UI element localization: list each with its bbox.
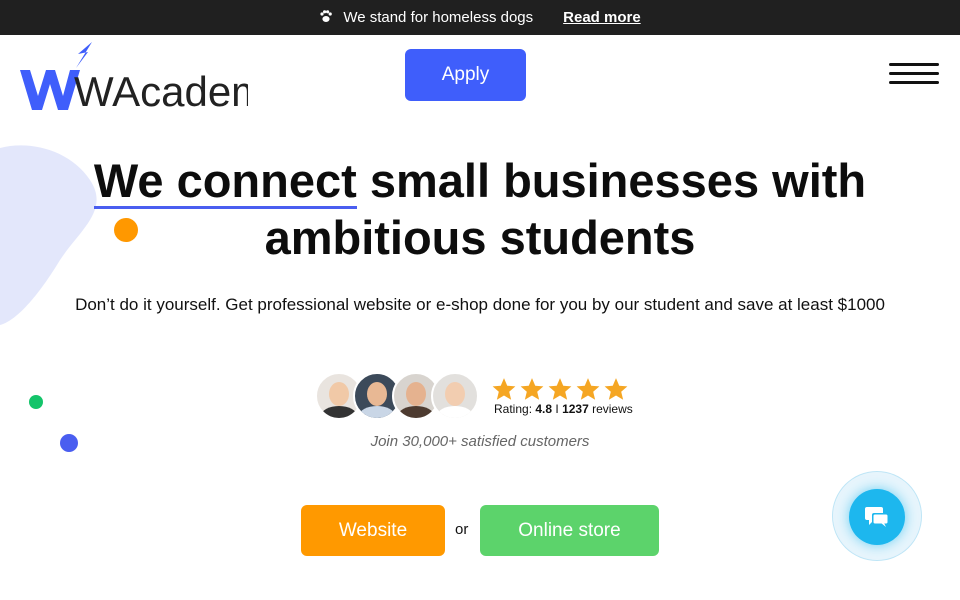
star-icon — [604, 378, 628, 400]
rating-prefix: Rating: — [494, 402, 536, 416]
star-icon — [576, 378, 600, 400]
star-icon — [520, 378, 544, 400]
social-proof: Rating: 4.8 I 1237 reviews — [315, 372, 655, 422]
reviews-suffix: reviews — [588, 402, 633, 416]
avatar — [431, 372, 479, 420]
hero-headline: We connect small businesses with ambitio… — [0, 152, 960, 266]
review-count: 1237 — [562, 402, 589, 416]
star-rating — [491, 376, 631, 402]
online-store-button[interactable]: Online store — [480, 505, 659, 556]
or-label: or — [455, 521, 469, 538]
announcement-bar: We stand for homeless dogs Read more — [0, 0, 960, 35]
paw-icon — [319, 9, 333, 26]
website-button[interactable]: Website — [301, 505, 445, 556]
join-text: Join 30,000+ satisfied customers — [370, 433, 590, 450]
rating-value: 4.8 — [535, 402, 553, 416]
star-icon — [548, 378, 572, 400]
rating-text: Rating: 4.8 I 1237 reviews — [494, 402, 633, 416]
hamburger-menu-icon[interactable] — [889, 59, 941, 89]
hero-subline: Don’t do it yourself. Get professional w… — [75, 295, 885, 314]
announcement-text: We stand for homeless dogs — [343, 9, 534, 26]
read-more-link[interactable]: Read more — [563, 9, 641, 26]
site-header: WAcademy Apply — [0, 35, 960, 117]
decorative-dot — [29, 395, 43, 409]
headline-highlight: We connect — [93, 154, 357, 209]
rating-separator: I — [552, 402, 563, 416]
apply-button[interactable]: Apply — [405, 49, 526, 101]
logo-wordmark: WAcademy — [74, 68, 248, 115]
star-icon — [492, 378, 516, 400]
wacademy-logo[interactable]: WAcademy — [18, 38, 287, 116]
chat-button[interactable] — [849, 489, 905, 545]
chat-bubbles-icon — [865, 507, 889, 527]
